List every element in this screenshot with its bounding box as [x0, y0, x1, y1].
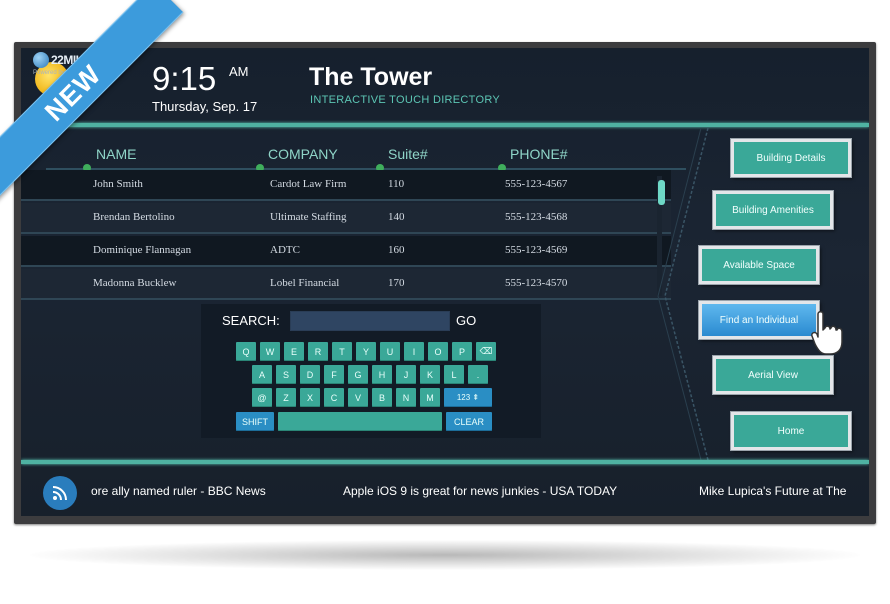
new-badge-clip: NEW [0, 0, 240, 240]
column-header-company[interactable]: COMPANY [268, 146, 338, 162]
search-label: SEARCH: [222, 313, 280, 328]
cell-phone: 555-123-4569 [505, 244, 568, 256]
key-c[interactable]: C [324, 388, 344, 407]
cell-suite: 160 [388, 244, 405, 256]
key-j[interactable]: J [396, 365, 416, 384]
nav-aerial-view-button[interactable]: Aerial View [713, 356, 833, 394]
key-p[interactable]: P [452, 342, 472, 361]
key-w[interactable]: W [260, 342, 280, 361]
news-ticker-item: Mike Lupica's Future at The [699, 484, 847, 498]
news-ticker-item: ore ally named ruler - BBC News [91, 484, 266, 498]
cell-company: Lobel Financial [270, 277, 340, 289]
search-input[interactable] [290, 311, 450, 331]
key-a[interactable]: A [252, 365, 272, 384]
key-d[interactable]: D [300, 365, 320, 384]
table-row[interactable]: Dominique Flannagan ADTC 160 555-123-456… [21, 236, 671, 267]
key-v[interactable]: V [348, 388, 368, 407]
key-u[interactable]: U [380, 342, 400, 361]
key-f[interactable]: F [324, 365, 344, 384]
go-button[interactable]: GO [456, 313, 476, 328]
key-r[interactable]: R [308, 342, 328, 361]
key-t[interactable]: T [332, 342, 352, 361]
backspace-key[interactable]: ⌫ [476, 342, 496, 361]
footer-divider [21, 460, 869, 464]
key-n[interactable]: N [396, 388, 416, 407]
cell-phone: 555-123-4568 [505, 211, 568, 223]
key-z[interactable]: Z [276, 388, 296, 407]
key-l[interactable]: L [444, 365, 464, 384]
key-o[interactable]: O [428, 342, 448, 361]
column-header-phone[interactable]: PHONE# [510, 146, 568, 162]
cell-phone: 555-123-4570 [505, 277, 568, 289]
cell-suite: 140 [388, 211, 405, 223]
shift-key[interactable]: SHIFT [236, 412, 274, 431]
table-row[interactable]: Madonna Bucklew Lobel Financial 170 555-… [21, 269, 671, 300]
key-period[interactable]: . [468, 365, 488, 384]
cell-suite: 110 [388, 178, 405, 190]
key-h[interactable]: H [372, 365, 392, 384]
key-y[interactable]: Y [356, 342, 376, 361]
cell-company: Cardot Law Firm [270, 178, 347, 190]
page-title: The Tower [309, 63, 433, 91]
key-i[interactable]: I [404, 342, 424, 361]
column-header-suite[interactable]: Suite# [388, 146, 428, 162]
panel-divider [657, 127, 709, 461]
pointer-hand-icon [811, 311, 843, 355]
clear-key[interactable]: CLEAR [446, 412, 492, 431]
cell-company: ADTC [270, 244, 300, 256]
cell-suite: 170 [388, 277, 405, 289]
key-at[interactable]: @ [252, 388, 272, 407]
space-key[interactable] [278, 412, 442, 431]
news-ticker-item: Apple iOS 9 is great for news junkies - … [343, 484, 618, 498]
key-b[interactable]: B [372, 388, 392, 407]
key-x[interactable]: X [300, 388, 320, 407]
cell-company: Ultimate Staffing [270, 211, 347, 223]
device-shadow [30, 540, 860, 570]
cell-phone: 555-123-4567 [505, 178, 568, 190]
rss-icon[interactable] [43, 476, 77, 510]
key-m[interactable]: M [420, 388, 440, 407]
nav-building-details-button[interactable]: Building Details [731, 139, 851, 177]
page-subtitle: INTERACTIVE TOUCH DIRECTORY [310, 94, 501, 106]
cell-name: Dominique Flannagan [93, 244, 192, 256]
row-divider [21, 298, 671, 300]
nav-find-individual-button[interactable]: Find an Individual [699, 301, 819, 339]
numbers-key[interactable]: 123 ⇞ [444, 388, 492, 407]
nav-available-space-button[interactable]: Available Space [699, 246, 819, 284]
nav-building-amenities-button[interactable]: Building Amenities [713, 191, 833, 229]
key-k[interactable]: K [420, 365, 440, 384]
nav-home-button[interactable]: Home [731, 412, 851, 450]
cell-name: Madonna Bucklew [93, 277, 177, 289]
key-g[interactable]: G [348, 365, 368, 384]
row-divider [21, 265, 671, 267]
new-badge: NEW [0, 0, 184, 204]
key-s[interactable]: S [276, 365, 296, 384]
key-q[interactable]: Q [236, 342, 256, 361]
key-e[interactable]: E [284, 342, 304, 361]
